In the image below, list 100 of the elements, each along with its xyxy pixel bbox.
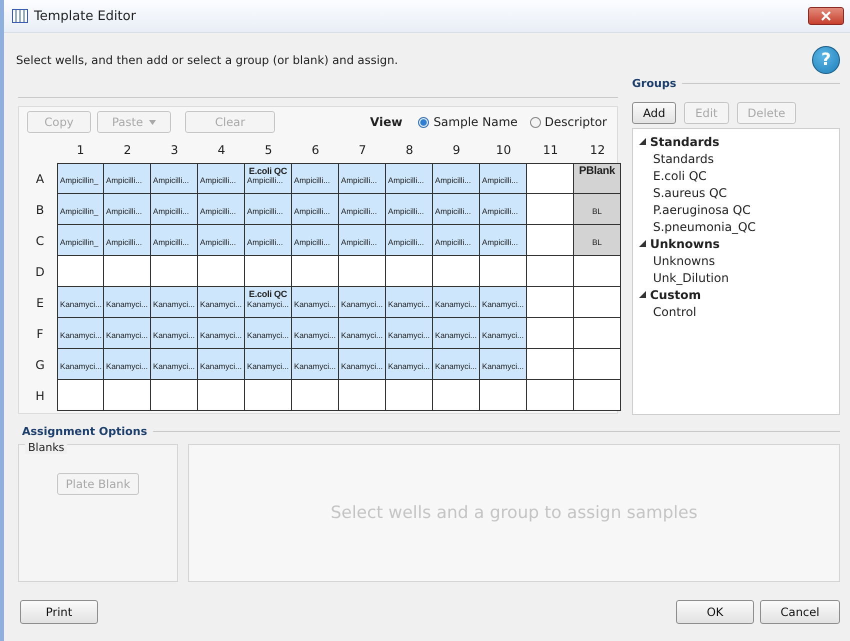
plate-well[interactable] xyxy=(527,349,574,380)
plate-well[interactable]: Kanamyci... xyxy=(386,349,433,380)
plate-well[interactable]: Kanamyci... xyxy=(151,349,198,380)
plate-well[interactable]: Kanamyci... xyxy=(104,349,151,380)
footer-button[interactable]: OK xyxy=(676,600,754,624)
tree-group[interactable]: Unknowns xyxy=(650,236,720,250)
plate-well[interactable] xyxy=(198,380,245,411)
plate-well[interactable]: Ampicilli... xyxy=(339,225,386,256)
plate-well[interactable]: Kanamyci... xyxy=(104,318,151,349)
plate-well[interactable]: Ampicilli... xyxy=(386,194,433,225)
plate-well[interactable] xyxy=(480,256,527,287)
plate-well[interactable]: Ampicilli... xyxy=(433,194,480,225)
plate-well[interactable]: Kanamyci... xyxy=(245,318,292,349)
plate-well[interactable]: Ampicilli... xyxy=(198,225,245,256)
plate-well[interactable]: Ampicillin_ xyxy=(57,163,104,194)
footer-button[interactable]: Print xyxy=(20,600,98,624)
plate-well[interactable]: Ampicilli... xyxy=(151,194,198,225)
plate-well[interactable]: Ampicilli... xyxy=(245,194,292,225)
plate-well[interactable]: Kanamyci... xyxy=(480,318,527,349)
plate-well[interactable]: Ampicilli... xyxy=(104,225,151,256)
tree-item[interactable]: P.aeruginosa QC xyxy=(653,202,751,216)
plate-well[interactable] xyxy=(527,380,574,411)
plate-well[interactable]: E.coli QC Kanamyci... xyxy=(245,287,292,318)
plate-well[interactable] xyxy=(527,287,574,318)
plate-well[interactable]: Kanamyci... xyxy=(433,287,480,318)
plate-well[interactable]: Ampicilli... xyxy=(198,163,245,194)
group-button[interactable]: Add xyxy=(632,102,676,124)
plate-well[interactable]: Kanamyci... xyxy=(104,287,151,318)
plate-well[interactable] xyxy=(292,256,339,287)
plate-well[interactable] xyxy=(527,256,574,287)
plate-well[interactable] xyxy=(527,163,574,194)
plate-well[interactable]: Kanamyci... xyxy=(339,349,386,380)
expander-icon[interactable] xyxy=(639,138,646,145)
plate-well[interactable]: Kanamyci... xyxy=(151,287,198,318)
plate-well[interactable]: Kanamyci... xyxy=(339,287,386,318)
tree-item[interactable]: Standards xyxy=(653,152,714,166)
plate-well[interactable]: Ampicilli... xyxy=(104,194,151,225)
radio-label[interactable]: Descriptor xyxy=(544,115,607,129)
radio-button[interactable] xyxy=(530,116,541,128)
plate-well[interactable]: Kanamyci... xyxy=(292,318,339,349)
plate-well[interactable]: Ampicilli... xyxy=(433,225,480,256)
plate-well[interactable] xyxy=(574,287,621,318)
plate-well[interactable]: Ampicilli... xyxy=(104,163,151,194)
plate-well[interactable]: Ampicilli... xyxy=(386,225,433,256)
plate-well[interactable]: Ampicilli... xyxy=(151,225,198,256)
plate-well[interactable]: Ampicilli... xyxy=(151,163,198,194)
plate-well[interactable] xyxy=(574,349,621,380)
plate-well[interactable] xyxy=(527,318,574,349)
plate-well[interactable]: Kanamyci... xyxy=(57,287,104,318)
plate-well[interactable]: Ampicilli... xyxy=(480,163,527,194)
plate-well[interactable] xyxy=(386,256,433,287)
plate-well[interactable]: Kanamyci... xyxy=(198,318,245,349)
footer-button[interactable]: Cancel xyxy=(760,600,840,624)
plate-well[interactable] xyxy=(386,380,433,411)
plate-well[interactable]: Kanamyci... xyxy=(339,318,386,349)
plate-well[interactable]: Kanamyci... xyxy=(292,287,339,318)
plate-well[interactable]: Kanamyci... xyxy=(480,287,527,318)
plate-well[interactable]: Kanamyci... xyxy=(198,349,245,380)
plate-well[interactable]: Ampicilli... xyxy=(245,225,292,256)
plate-well[interactable]: Ampicilli... xyxy=(292,194,339,225)
plate-well[interactable]: Kanamyci... xyxy=(480,349,527,380)
plate-well[interactable]: Ampicilli... xyxy=(339,194,386,225)
tree-item[interactable]: S.pneumonia_QC xyxy=(653,220,756,234)
plate-well[interactable]: Ampicilli... xyxy=(433,163,480,194)
plate-well[interactable]: Kanamyci... xyxy=(57,318,104,349)
plate-well[interactable] xyxy=(527,225,574,256)
plate-well[interactable] xyxy=(527,194,574,225)
expander-icon[interactable] xyxy=(639,240,646,247)
plate-well[interactable] xyxy=(104,256,151,287)
tree-group[interactable]: Custom xyxy=(650,288,701,302)
plate-well[interactable]: Ampicillin_ xyxy=(57,194,104,225)
tree-group[interactable]: Standards xyxy=(650,134,720,148)
tree-item[interactable]: E.coli QC xyxy=(653,168,707,182)
plate-well[interactable]: E.coli QC Ampicilli... xyxy=(245,163,292,194)
tree-item[interactable]: Control xyxy=(653,304,696,318)
plate-well[interactable] xyxy=(151,380,198,411)
plate-well[interactable]: Kanamyci... xyxy=(245,349,292,380)
plate-well[interactable]: Kanamyci... xyxy=(292,349,339,380)
plate-well[interactable] xyxy=(433,256,480,287)
plate-well[interactable] xyxy=(245,256,292,287)
plate-well[interactable]: Kanamyci... xyxy=(198,287,245,318)
plate-well[interactable]: Kanamyci... xyxy=(57,349,104,380)
plate-well[interactable]: Ampicilli... xyxy=(480,225,527,256)
plate-well[interactable] xyxy=(574,380,621,411)
plate-well[interactable] xyxy=(57,380,104,411)
plate-well[interactable] xyxy=(433,380,480,411)
plate-well[interactable] xyxy=(245,380,292,411)
plate-well[interactable]: Ampicilli... xyxy=(292,163,339,194)
plate-well[interactable]: Ampicilli... xyxy=(339,163,386,194)
plate-well[interactable] xyxy=(339,380,386,411)
plate-well[interactable] xyxy=(480,380,527,411)
plate-well[interactable]: Kanamyci... xyxy=(151,318,198,349)
plate-well[interactable]: BL xyxy=(574,194,621,225)
plate-well[interactable] xyxy=(574,256,621,287)
plate-well[interactable]: Ampicilli... xyxy=(386,163,433,194)
expander-icon[interactable] xyxy=(639,291,646,298)
plate-well[interactable] xyxy=(104,380,151,411)
plate-well[interactable] xyxy=(198,256,245,287)
plate-well[interactable]: Kanamyci... xyxy=(433,318,480,349)
plate-well[interactable] xyxy=(57,256,104,287)
